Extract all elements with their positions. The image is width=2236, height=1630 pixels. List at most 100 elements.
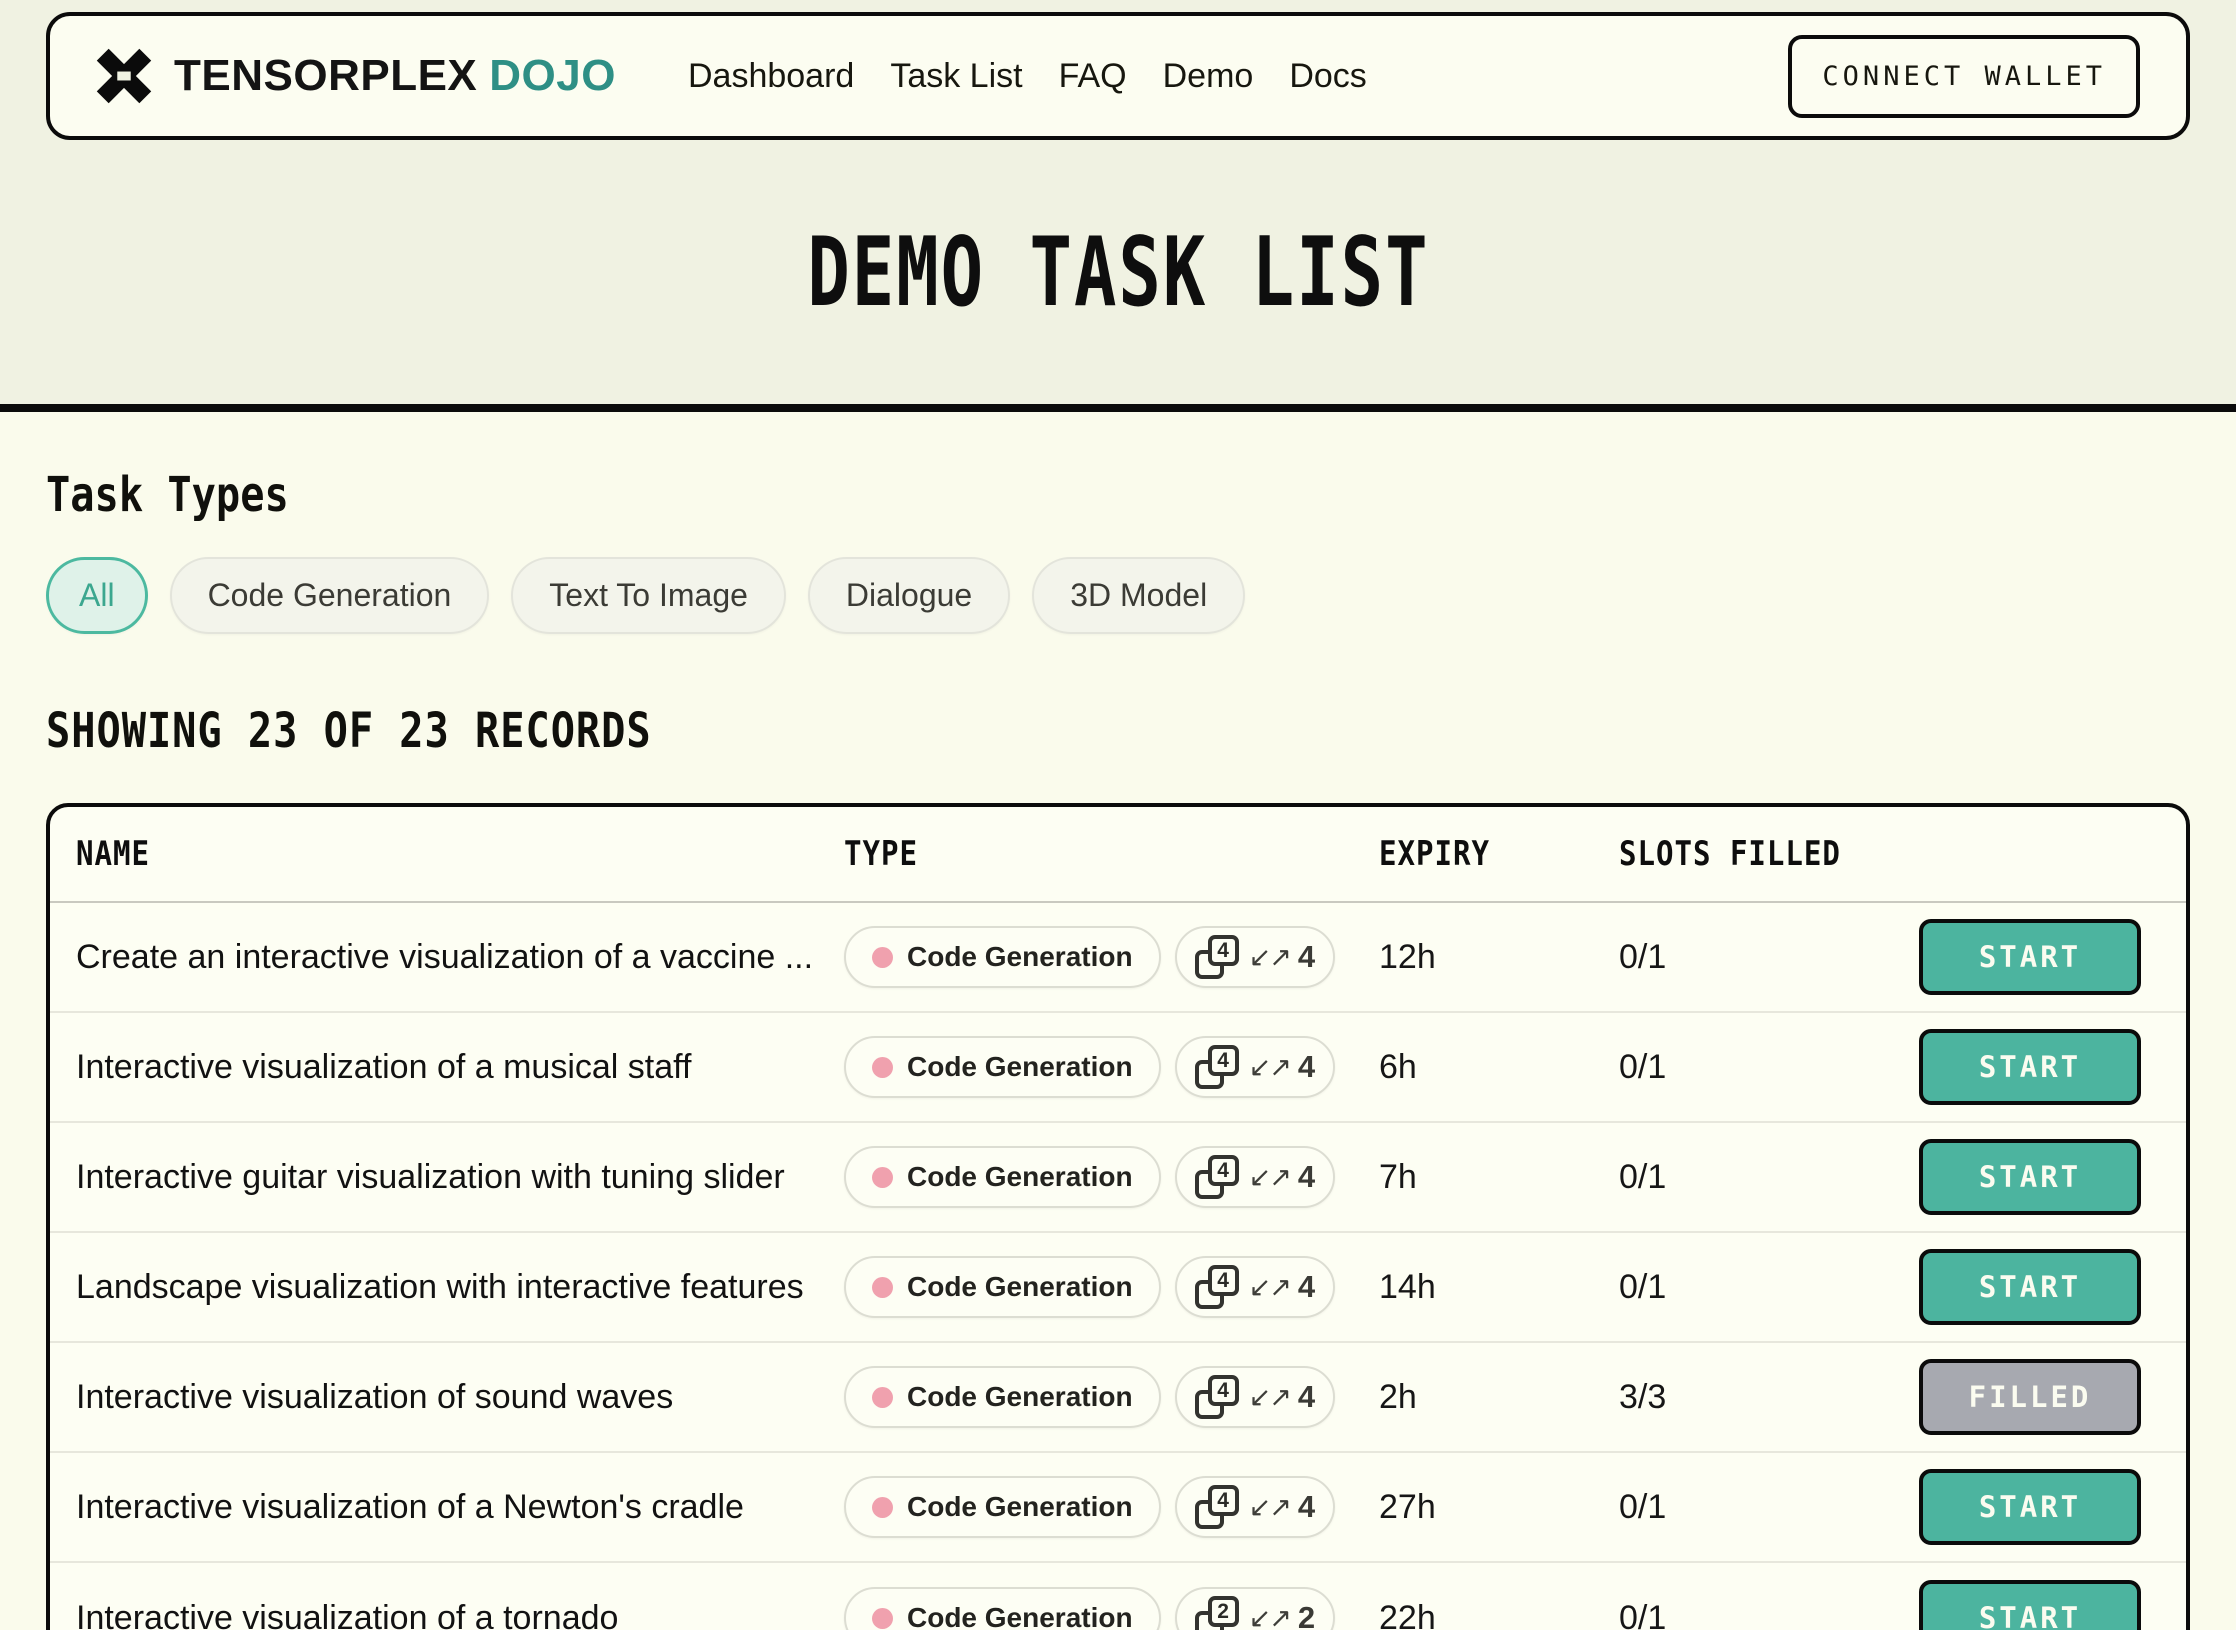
copy-stack-icon: 4 <box>1194 1155 1241 1199</box>
type-label: Code Generation <box>907 1491 1133 1522</box>
brand-suffix: DOJO <box>489 51 616 100</box>
task-action-cell: START <box>1919 1580 2163 1630</box>
task-action-cell: START <box>1919 1469 2163 1545</box>
navbar-left: TENSORPLEX DOJO Dashboard Task List FAQ D… <box>96 48 1367 104</box>
copy-stack-icon: 4 <box>1194 935 1241 979</box>
start-button[interactable]: START <box>1919 1580 2141 1630</box>
navbar: TENSORPLEX DOJO Dashboard Task List FAQ D… <box>46 12 2190 140</box>
column-header-name: NAME <box>76 834 150 874</box>
task-name: Landscape visualization with interactive… <box>76 1267 804 1306</box>
exchange-count: 4 <box>1297 1049 1316 1084</box>
type-badge: Code Generation <box>844 1476 1161 1538</box>
filled-button[interactable]: FILLED <box>1919 1359 2141 1435</box>
task-name: Create an interactive visualization of a… <box>76 937 814 976</box>
start-button[interactable]: START <box>1919 1249 2141 1325</box>
task-expiry: 7h <box>1379 1157 1417 1196</box>
nav-demo[interactable]: Demo <box>1163 57 1254 96</box>
task-action-cell: FILLED <box>1919 1359 2163 1435</box>
task-name: Interactive visualization of a musical s… <box>76 1047 692 1086</box>
type-badge: Code Generation <box>844 1587 1161 1630</box>
table-header-row: NAME TYPE EXPIRY SLOTS FILLED <box>50 807 2186 903</box>
nav-docs[interactable]: Docs <box>1289 57 1366 96</box>
count-badge: 2 ↙↗ 2 <box>1174 1587 1336 1630</box>
type-dot-icon <box>872 1276 893 1298</box>
type-dot-icon <box>872 1386 893 1408</box>
copy-stack-icon: 4 <box>1194 1375 1241 1419</box>
task-slots: 0/1 <box>1619 1157 1667 1196</box>
nav-task-list[interactable]: Task List <box>890 57 1022 96</box>
type-badge: Code Generation <box>844 1036 1161 1098</box>
type-dot-icon <box>872 1056 893 1078</box>
nav-dashboard[interactable]: Dashboard <box>688 57 854 96</box>
task-action-cell: START <box>1919 1029 2163 1105</box>
task-type-cell: Code Generation 4 ↙↗ 4 <box>844 926 1379 988</box>
task-table: NAME TYPE EXPIRY SLOTS FILLED Create an … <box>46 803 2190 1630</box>
task-type-cell: Code Generation 2 ↙↗ 2 <box>844 1587 1379 1630</box>
filter-code-generation[interactable]: Code Generation <box>169 557 490 634</box>
task-type-cell: Code Generation 4 ↙↗ 4 <box>844 1256 1379 1318</box>
type-label: Code Generation <box>907 1602 1133 1630</box>
table-row: Interactive visualization of a musical s… <box>50 1013 2186 1123</box>
task-expiry: 27h <box>1379 1487 1436 1526</box>
exchange-count: 4 <box>1297 939 1316 974</box>
brand-name: TENSORPLEX <box>174 51 478 100</box>
filter-dialogue[interactable]: Dialogue <box>807 557 1011 634</box>
task-slots: 0/1 <box>1619 937 1667 976</box>
records-summary: SHOWING 23 OF 23 RECORDS <box>46 702 652 759</box>
column-header-expiry: EXPIRY <box>1379 834 1490 874</box>
transfer-arrows-icon: ↙↗ <box>1248 1161 1292 1192</box>
brand-link[interactable]: TENSORPLEX DOJO <box>174 51 616 101</box>
main-nav: Dashboard Task List FAQ Demo Docs <box>688 57 1367 96</box>
exchange-count: 4 <box>1297 1489 1316 1524</box>
type-badge: Code Generation <box>844 926 1161 988</box>
start-button[interactable]: START <box>1919 1139 2141 1215</box>
transfer-arrows-icon: ↙↗ <box>1248 1602 1292 1630</box>
type-dot-icon <box>872 1166 893 1188</box>
copy-stack-icon: 4 <box>1194 1045 1241 1089</box>
type-label: Code Generation <box>907 1271 1133 1302</box>
copy-stack-icon: 2 <box>1194 1596 1241 1630</box>
transfer-arrows-icon: ↙↗ <box>1248 1491 1292 1522</box>
task-slots: 3/3 <box>1619 1377 1667 1416</box>
type-dot-icon <box>872 1496 893 1518</box>
start-button[interactable]: START <box>1919 1469 2141 1545</box>
transfer-arrows-icon: ↙↗ <box>1248 1381 1292 1412</box>
hero-section: DEMO TASK LIST <box>46 140 2190 404</box>
filter-text-to-image[interactable]: Text To Image <box>511 557 786 634</box>
table-row: Landscape visualization with interactive… <box>50 1233 2186 1343</box>
table-row: Interactive guitar visualization with tu… <box>50 1123 2186 1233</box>
type-badge: Code Generation <box>844 1366 1161 1428</box>
count-badge: 4 ↙↗ 4 <box>1174 1036 1336 1098</box>
start-button[interactable]: START <box>1919 919 2141 995</box>
transfer-arrows-icon: ↙↗ <box>1248 1051 1292 1082</box>
type-label: Code Generation <box>907 1161 1133 1192</box>
copy-stack-icon: 4 <box>1194 1485 1241 1529</box>
task-action-cell: START <box>1919 919 2163 995</box>
start-button[interactable]: START <box>1919 1029 2141 1105</box>
task-types-heading: Task Types <box>46 466 289 523</box>
task-action-cell: START <box>1919 1139 2163 1215</box>
task-type-cell: Code Generation 4 ↙↗ 4 <box>844 1476 1379 1538</box>
exchange-count: 4 <box>1297 1269 1316 1304</box>
type-label: Code Generation <box>907 1381 1133 1412</box>
column-header-type: TYPE <box>844 834 918 874</box>
task-expiry: 2h <box>1379 1377 1417 1416</box>
exchange-count: 2 <box>1297 1600 1316 1630</box>
table-row: Interactive visualization of a Newton's … <box>50 1453 2186 1563</box>
transfer-arrows-icon: ↙↗ <box>1248 1271 1292 1302</box>
filter-all[interactable]: All <box>46 557 148 634</box>
task-type-filters: All Code Generation Text To Image Dialog… <box>46 557 2190 634</box>
task-action-cell: START <box>1919 1249 2163 1325</box>
nav-faq[interactable]: FAQ <box>1059 57 1127 96</box>
task-slots: 0/1 <box>1619 1487 1667 1526</box>
copy-stack-icon: 4 <box>1194 1265 1241 1309</box>
transfer-arrows-icon: ↙↗ <box>1248 941 1292 972</box>
page-title: DEMO TASK LIST <box>806 216 1430 328</box>
task-type-cell: Code Generation 4 ↙↗ 4 <box>844 1036 1379 1098</box>
connect-wallet-button[interactable]: CONNECT WALLET <box>1788 34 2140 118</box>
task-expiry: 14h <box>1379 1267 1436 1306</box>
type-dot-icon <box>872 946 893 968</box>
type-badge: Code Generation <box>844 1256 1161 1318</box>
count-badge: 4 ↙↗ 4 <box>1174 1366 1336 1428</box>
filter-3d-model[interactable]: 3D Model <box>1032 557 1246 634</box>
